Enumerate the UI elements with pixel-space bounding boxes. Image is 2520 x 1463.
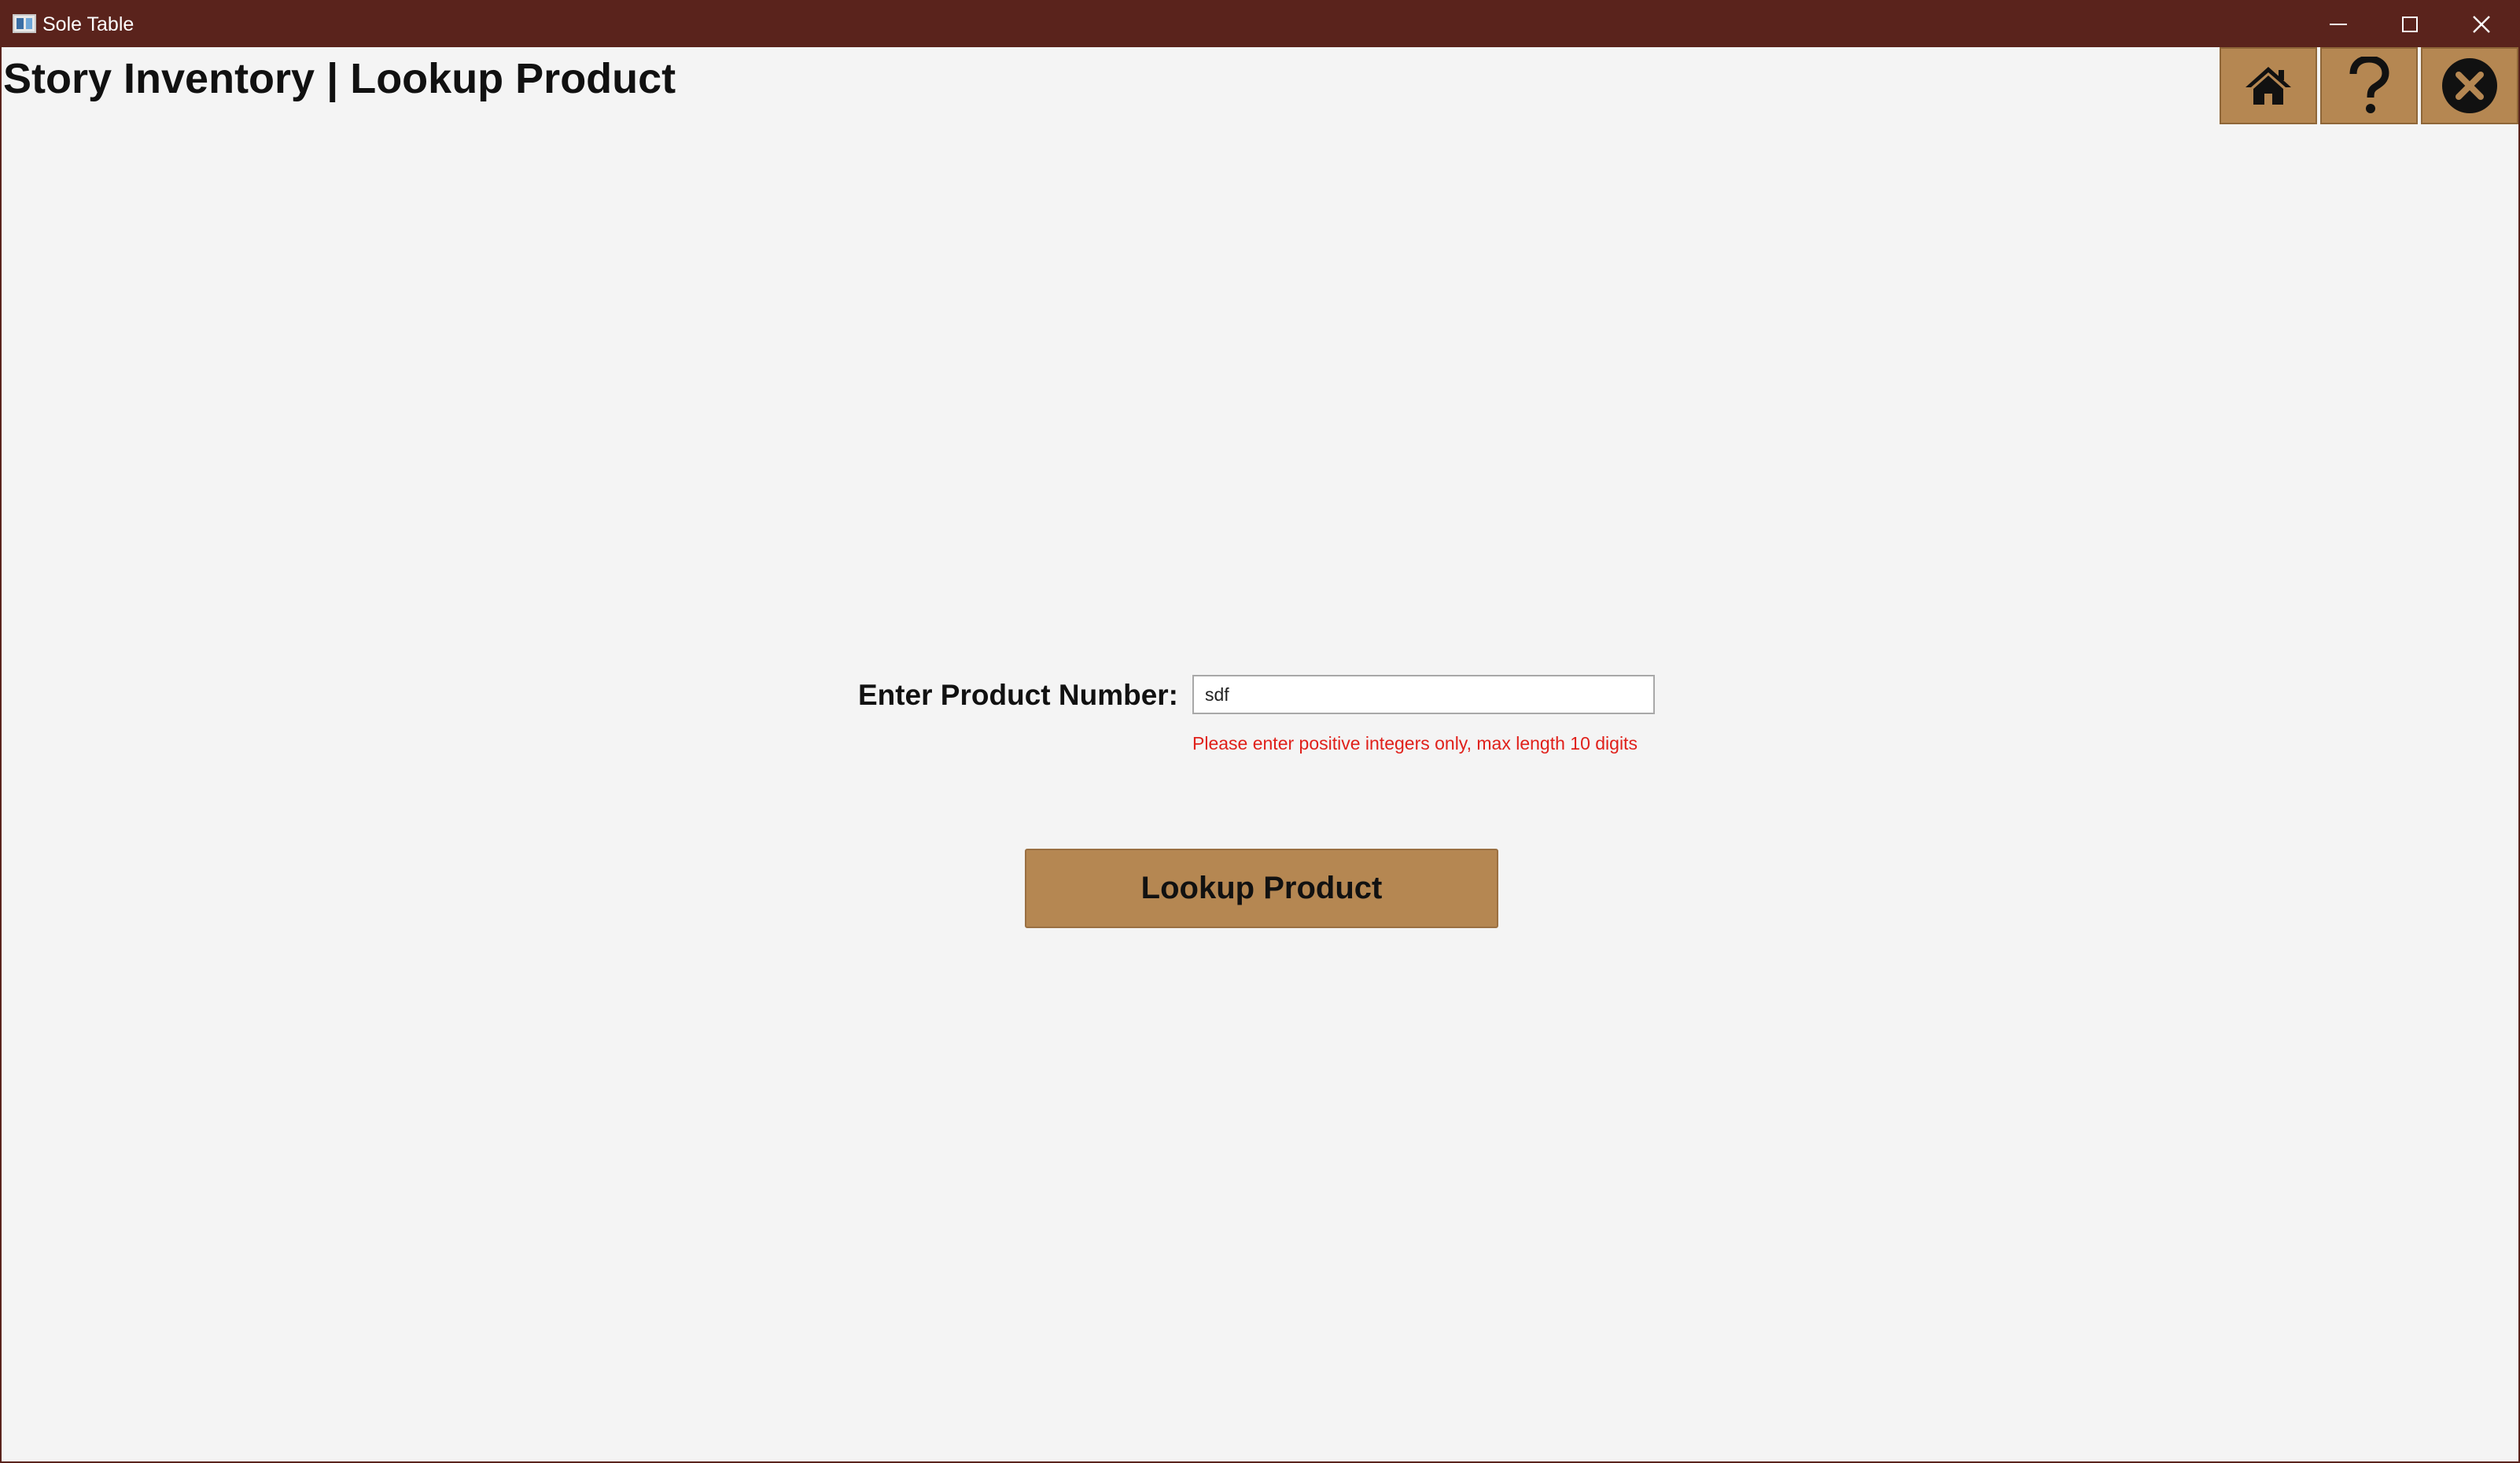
window-close-button[interactable] [2446,2,2517,47]
app-window-icon [13,14,36,33]
exit-button[interactable] [2421,47,2518,124]
window-title: Sole Table [42,13,134,35]
close-circle-icon [2442,58,2497,113]
product-number-input[interactable] [1192,675,1655,714]
product-number-label: Enter Product Number: [857,679,1178,711]
page-title: Story Inventory | Lookup Product [3,55,676,102]
close-icon [2473,16,2490,33]
home-icon [2246,67,2291,105]
app-window: Sole Table Story Inventory | Lookup Prod… [0,0,2520,1463]
minimize-button[interactable] [2303,2,2374,47]
title-bar[interactable]: Sole Table [2,2,2520,47]
question-mark-icon [2349,57,2389,113]
help-button[interactable] [2320,47,2418,124]
home-button[interactable] [2220,47,2317,124]
validation-error-message: Please enter positive integers only, max… [1192,733,1638,754]
lookup-product-button[interactable]: Lookup Product [1025,849,1498,928]
maximize-button[interactable] [2374,2,2445,47]
minimize-icon [2330,24,2347,25]
maximize-icon [2402,17,2418,32]
